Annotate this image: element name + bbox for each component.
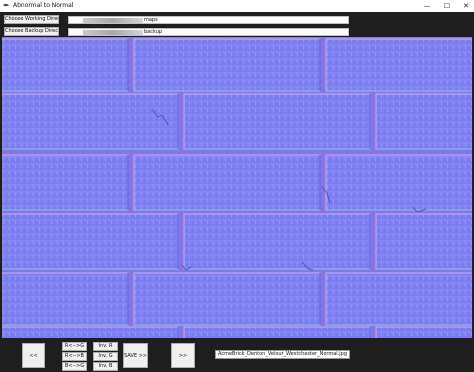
brick [2, 326, 179, 338]
brick [2, 93, 179, 150]
redacted-path [83, 30, 143, 35]
brick [375, 326, 472, 338]
redacted-path [83, 18, 143, 23]
brick [325, 272, 472, 326]
brick [183, 326, 371, 338]
bottom-controls: << R<-->G R<-->B B<-->G Inv. R Inv. G In… [0, 338, 474, 372]
maximize-button[interactable]: ☐ [440, 0, 454, 12]
next-button[interactable]: >> [171, 343, 195, 368]
choose-backup-directory-button[interactable]: Choose Backup Directory [4, 27, 59, 36]
invert-r-button[interactable]: Inv. R [93, 342, 118, 351]
backup-directory-field[interactable]: backup [68, 28, 349, 36]
brick [133, 38, 321, 92]
backup-directory-path: backup [144, 29, 163, 35]
minimize-button[interactable]: — [420, 0, 434, 12]
swap-rb-button[interactable]: R<-->B [62, 352, 87, 361]
working-directory-field[interactable]: maps [68, 16, 349, 24]
swap-bg-button[interactable]: B<-->G [62, 362, 87, 371]
brick [375, 213, 472, 270]
brick [325, 38, 472, 92]
brick [2, 272, 129, 326]
invert-g-button[interactable]: Inv. G [93, 352, 118, 361]
working-directory-path: maps [144, 17, 158, 23]
feather-icon: ✒ [3, 1, 10, 10]
normal-map-preview [2, 37, 472, 338]
window-title: Abnormal to Normal [13, 2, 74, 9]
brick-normal-map-image [2, 37, 472, 338]
invert-b-button[interactable]: Inv. B [93, 362, 118, 371]
previous-button[interactable]: << [22, 343, 45, 368]
swap-rg-button[interactable]: R<-->G [62, 342, 87, 351]
brick [183, 213, 371, 270]
brick [2, 213, 179, 270]
choose-working-directory-button[interactable]: Choose Working Directory [4, 15, 59, 24]
brick [183, 93, 371, 150]
close-button[interactable]: ✕ [459, 0, 473, 12]
directory-toolbar: Choose Working Directory maps Choose Bac… [0, 12, 474, 38]
save-next-button[interactable]: SAVE >> [123, 343, 148, 368]
brick [2, 38, 129, 92]
brick [133, 272, 321, 326]
brick [325, 154, 472, 211]
filename-field[interactable]: AcmeBrick_Denton_Velour_Westchester_Norm… [215, 350, 351, 359]
brick [375, 93, 472, 150]
brick [133, 154, 321, 211]
brick [2, 154, 129, 211]
